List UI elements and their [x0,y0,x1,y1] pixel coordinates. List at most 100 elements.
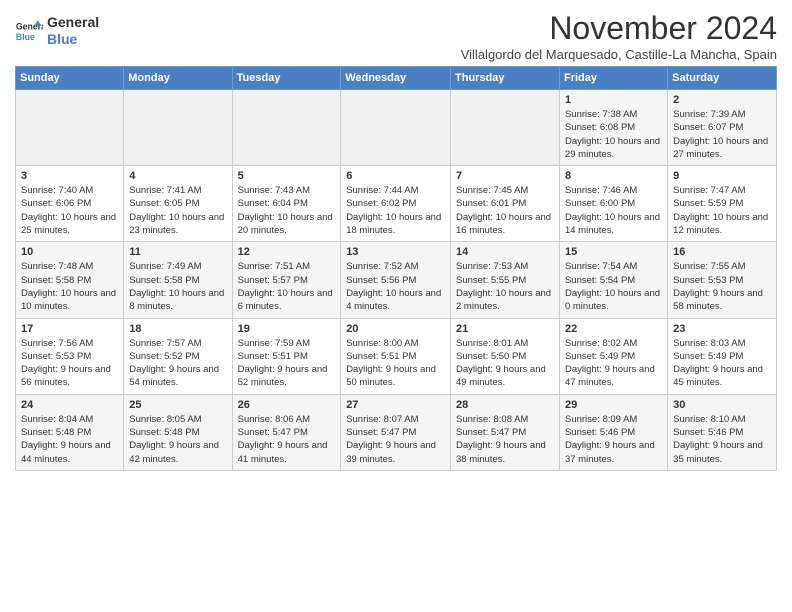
day-number: 11 [129,246,226,258]
calendar-cell: 7 Sunrise: 7:45 AMSunset: 6:01 PMDaylight… [451,166,560,242]
day-info: Sunrise: 7:55 AMSunset: 5:53 PMDaylight:… [673,260,771,313]
calendar-cell [232,90,341,166]
day-info: Sunrise: 7:51 AMSunset: 5:57 PMDaylight:… [238,260,336,313]
calendar-cell: 1 Sunrise: 7:38 AMSunset: 6:08 PMDaylight… [559,90,667,166]
week-row-3: 10Sunrise: 7:48 AMSunset: 5:58 PMDayligh… [16,242,777,318]
day-info: Sunrise: 7:39 AMSunset: 6:07 PMDaylight:… [673,108,771,161]
calendar-cell: 11 Sunrise: 7:49 AMSunset: 5:58 PMDayligh… [124,242,232,318]
title-block: November 2024 Villalgordo del Marquesado… [461,10,777,62]
day-number: 1 [565,94,662,106]
day-info: Sunrise: 7:44 AMSunset: 6:02 PMDaylight:… [346,184,445,237]
day-number: 29 [565,399,662,411]
day-info: Sunrise: 7:45 AMSunset: 6:01 PMDaylight:… [456,184,554,237]
day-number: 4 [129,170,226,182]
calendar-cell: 8 Sunrise: 7:46 AMSunset: 6:00 PMDaylight… [559,166,667,242]
day-number: 19 [238,323,336,335]
weekday-row: SundayMondayTuesdayWednesdayThursdayFrid… [16,67,777,90]
logo-text-blue: Blue [47,31,99,48]
day-number: 27 [346,399,445,411]
weekday-header-monday: Monday [124,67,232,90]
calendar-cell: 14 Sunrise: 7:53 AMSunset: 5:55 PMDayligh… [451,242,560,318]
day-info: Sunrise: 7:49 AMSunset: 5:58 PMDaylight:… [129,260,226,313]
calendar-cell: 6Sunrise: 7:44 AMSunset: 6:02 PMDaylight… [341,166,451,242]
week-row-1: 1 Sunrise: 7:38 AMSunset: 6:08 PMDaylight… [16,90,777,166]
day-number: 25 [129,399,226,411]
day-info: Sunrise: 8:09 AMSunset: 5:46 PMDaylight:… [565,413,662,466]
day-number: 16 [673,246,771,258]
weekday-header-friday: Friday [559,67,667,90]
calendar-cell: 30 Sunrise: 8:10 AMSunset: 5:46 PMDayligh… [668,394,777,470]
day-info: Sunrise: 8:05 AMSunset: 5:48 PMDaylight:… [129,413,226,466]
calendar-cell: 21Sunrise: 8:01 AMSunset: 5:50 PMDayligh… [451,318,560,394]
day-number: 12 [238,246,336,258]
day-info: Sunrise: 8:08 AMSunset: 5:47 PMDaylight:… [456,413,554,466]
day-info: Sunrise: 7:47 AMSunset: 5:59 PMDaylight:… [673,184,771,237]
day-number: 15 [565,246,662,258]
weekday-header-sunday: Sunday [16,67,124,90]
day-info: Sunrise: 7:52 AMSunset: 5:56 PMDaylight:… [346,260,445,313]
calendar-cell: 22 Sunrise: 8:02 AMSunset: 5:49 PMDayligh… [559,318,667,394]
svg-text:Blue: Blue [16,32,35,42]
day-number: 22 [565,323,662,335]
day-number: 8 [565,170,662,182]
day-info: Sunrise: 8:01 AMSunset: 5:50 PMDaylight:… [456,337,554,390]
logo-text-general: General [47,14,99,31]
day-info: Sunrise: 7:53 AMSunset: 5:55 PMDaylight:… [456,260,554,313]
day-number: 30 [673,399,771,411]
day-number: 3 [21,170,118,182]
day-info: Sunrise: 8:07 AMSunset: 5:47 PMDaylight:… [346,413,445,466]
day-number: 13 [346,246,445,258]
day-number: 26 [238,399,336,411]
calendar-cell [16,90,124,166]
weekday-header-thursday: Thursday [451,67,560,90]
location-subtitle: Villalgordo del Marquesado, Castille-La … [461,47,777,62]
calendar-cell: 19 Sunrise: 7:59 AMSunset: 5:51 PMDayligh… [232,318,341,394]
day-info: Sunrise: 7:57 AMSunset: 5:52 PMDaylight:… [129,337,226,390]
day-info: Sunrise: 8:06 AMSunset: 5:47 PMDaylight:… [238,413,336,466]
calendar-cell: 20 Sunrise: 8:00 AMSunset: 5:51 PMDayligh… [341,318,451,394]
calendar-header: SundayMondayTuesdayWednesdayThursdayFrid… [16,67,777,90]
calendar-cell: 13 Sunrise: 7:52 AMSunset: 5:56 PMDayligh… [341,242,451,318]
week-row-5: 24Sunrise: 8:04 AMSunset: 5:48 PMDayligh… [16,394,777,470]
day-info: Sunrise: 7:56 AMSunset: 5:53 PMDaylight:… [21,337,118,390]
day-number: 20 [346,323,445,335]
weekday-header-tuesday: Tuesday [232,67,341,90]
day-number: 17 [21,323,118,335]
calendar-body: 1 Sunrise: 7:38 AMSunset: 6:08 PMDaylight… [16,90,777,471]
day-info: Sunrise: 7:59 AMSunset: 5:51 PMDaylight:… [238,337,336,390]
page-header: General Blue General Blue November 2024 … [15,10,777,62]
day-info: Sunrise: 8:00 AMSunset: 5:51 PMDaylight:… [346,337,445,390]
week-row-2: 3 Sunrise: 7:40 AMSunset: 6:06 PMDaylight… [16,166,777,242]
day-info: Sunrise: 7:40 AMSunset: 6:06 PMDaylight:… [21,184,118,237]
calendar-cell: 12 Sunrise: 7:51 AMSunset: 5:57 PMDayligh… [232,242,341,318]
calendar-cell [124,90,232,166]
month-title: November 2024 [461,10,777,47]
day-info: Sunrise: 7:38 AMSunset: 6:08 PMDaylight:… [565,108,662,161]
calendar-cell: 23Sunrise: 8:03 AMSunset: 5:49 PMDayligh… [668,318,777,394]
calendar-cell: 4 Sunrise: 7:41 AMSunset: 6:05 PMDaylight… [124,166,232,242]
day-info: Sunrise: 8:10 AMSunset: 5:46 PMDaylight:… [673,413,771,466]
day-info: Sunrise: 8:04 AMSunset: 5:48 PMDaylight:… [21,413,118,466]
day-info: Sunrise: 8:02 AMSunset: 5:49 PMDaylight:… [565,337,662,390]
day-info: Sunrise: 7:41 AMSunset: 6:05 PMDaylight:… [129,184,226,237]
calendar-cell: 15 Sunrise: 7:54 AMSunset: 5:54 PMDayligh… [559,242,667,318]
day-number: 14 [456,246,554,258]
weekday-header-saturday: Saturday [668,67,777,90]
day-number: 2 [673,94,771,106]
calendar-cell: 28 Sunrise: 8:08 AMSunset: 5:47 PMDayligh… [451,394,560,470]
calendar-cell: 25 Sunrise: 8:05 AMSunset: 5:48 PMDayligh… [124,394,232,470]
logo: General Blue General Blue [15,14,99,48]
calendar-cell: 29 Sunrise: 8:09 AMSunset: 5:46 PMDayligh… [559,394,667,470]
calendar-cell: 9 Sunrise: 7:47 AMSunset: 5:59 PMDaylight… [668,166,777,242]
calendar-table: SundayMondayTuesdayWednesdayThursdayFrid… [15,66,777,471]
day-info: Sunrise: 7:54 AMSunset: 5:54 PMDaylight:… [565,260,662,313]
day-number: 9 [673,170,771,182]
calendar-cell: 5Sunrise: 7:43 AMSunset: 6:04 PMDaylight… [232,166,341,242]
day-info: Sunrise: 7:46 AMSunset: 6:00 PMDaylight:… [565,184,662,237]
day-number: 28 [456,399,554,411]
day-number: 7 [456,170,554,182]
calendar-cell: 18Sunrise: 7:57 AMSunset: 5:52 PMDayligh… [124,318,232,394]
calendar-cell [341,90,451,166]
day-info: Sunrise: 8:03 AMSunset: 5:49 PMDaylight:… [673,337,771,390]
week-row-4: 17 Sunrise: 7:56 AMSunset: 5:53 PMDayligh… [16,318,777,394]
